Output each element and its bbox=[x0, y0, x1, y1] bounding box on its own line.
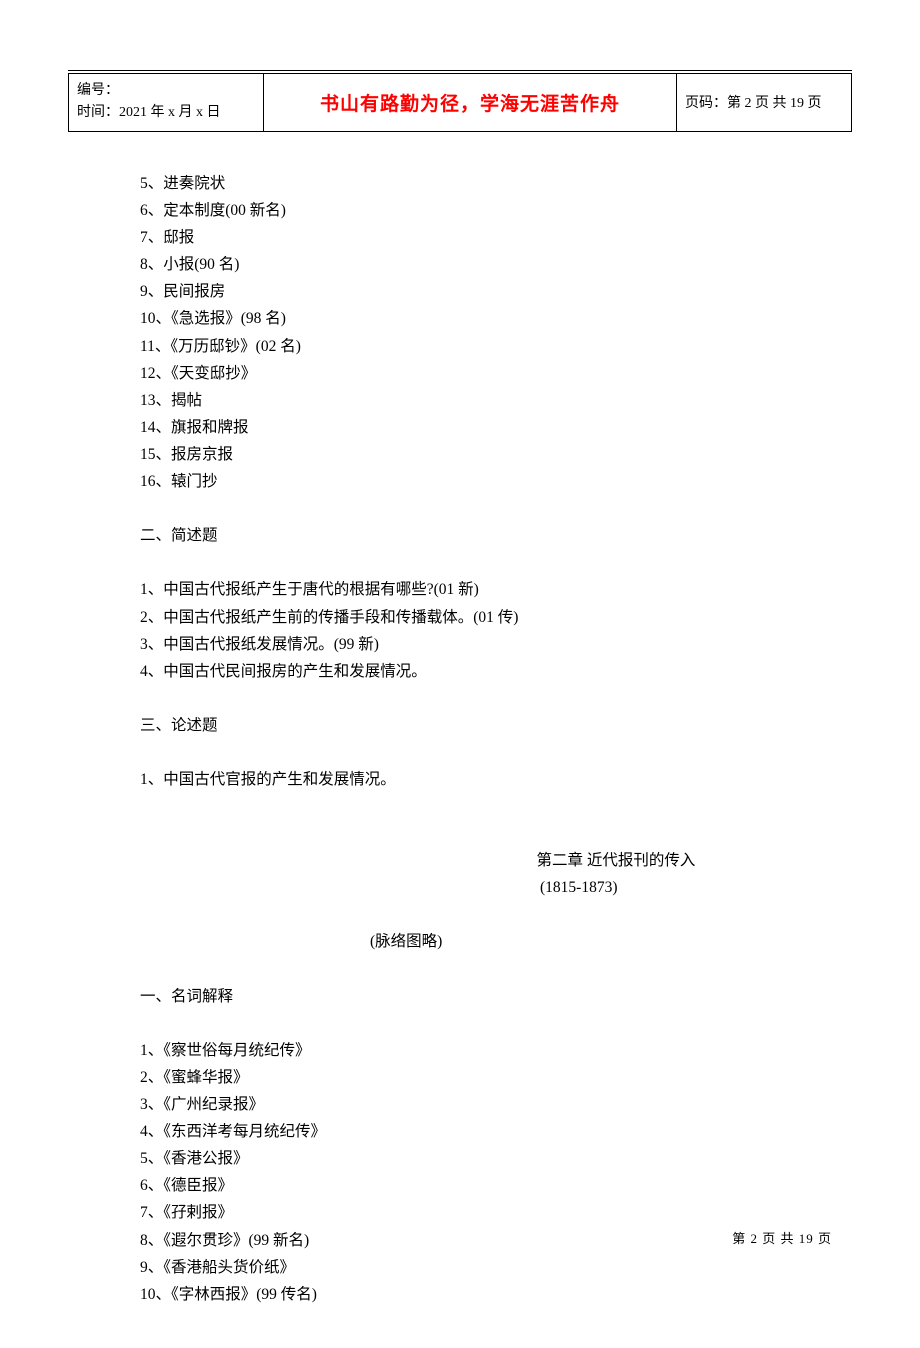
time-row: 时间：2021 年 x 月 x 日 bbox=[77, 102, 255, 124]
section-heading: 一、名词解释 bbox=[140, 983, 852, 1010]
list-item: 3、中国古代报纸发展情况。(99 新) bbox=[140, 631, 852, 658]
list-item: 3、《广州纪录报》 bbox=[140, 1091, 852, 1118]
blank-line bbox=[140, 1010, 852, 1037]
list-item: 9、《香港船头货价纸》 bbox=[140, 1254, 852, 1281]
list-item: 2、中国古代报纸产生前的传播手段和传播载体。(01 传) bbox=[140, 604, 852, 631]
list-item: 13、揭帖 bbox=[140, 387, 852, 414]
chapter-title: 第二章 近代报刊的传入 bbox=[297, 847, 696, 874]
section-heading: 二、简述题 bbox=[140, 522, 852, 549]
blank-line bbox=[140, 901, 852, 928]
header-left-cell: 编号： 时间：2021 年 x 月 x 日 bbox=[69, 74, 264, 132]
page-value: 第 2 页 共 19 页 bbox=[727, 96, 822, 111]
list-item: 8、小报(90 名) bbox=[140, 251, 852, 278]
list-item: 1、《察世俗每月统纪传》 bbox=[140, 1037, 852, 1064]
blank-line bbox=[140, 685, 852, 712]
list-item: 12、《天变邸抄》 bbox=[140, 360, 852, 387]
list-item: 10、《字林西报》(99 传名) bbox=[140, 1281, 852, 1308]
blank-line bbox=[140, 495, 852, 522]
page-label: 页码： bbox=[685, 96, 727, 111]
list-item: 2、《蜜蜂华报》 bbox=[140, 1064, 852, 1091]
page-footer: 第 2 页 共 19 页 bbox=[732, 1228, 832, 1247]
chapter-title-row: 第二章 近代报刊的传入 bbox=[140, 847, 852, 874]
list-item: 6、《德臣报》 bbox=[140, 1172, 852, 1199]
list-item: 7、《孖剌报》 bbox=[140, 1199, 852, 1226]
time-label: 时间： bbox=[77, 105, 119, 120]
list-item: 9、民间报房 bbox=[140, 278, 852, 305]
list-item: 7、邸报 bbox=[140, 224, 852, 251]
header-motto: 书山有路勤为径，学海无涯苦作舟 bbox=[264, 74, 677, 132]
top-rule bbox=[68, 70, 852, 71]
list-item: 1、中国古代报纸产生于唐代的根据有哪些?(01 新) bbox=[140, 576, 852, 603]
chapter-date: (1815-1873) bbox=[140, 874, 852, 901]
list-item: 1、中国古代官报的产生和发展情况。 bbox=[140, 766, 852, 793]
blank-line bbox=[140, 739, 852, 766]
list-item: 6、定本制度(00 新名) bbox=[140, 197, 852, 224]
list-item: 5、《香港公报》 bbox=[140, 1145, 852, 1172]
outline-note: (脉络图略) bbox=[140, 928, 852, 955]
blank-line bbox=[140, 549, 852, 576]
header-table: 编号： 时间：2021 年 x 月 x 日 书山有路勤为径，学海无涯苦作舟 页码… bbox=[68, 73, 852, 132]
list-item: 4、《东西洋考每月统纪传》 bbox=[140, 1118, 852, 1145]
header-right-cell: 页码：第 2 页 共 19 页 bbox=[677, 74, 852, 132]
list-item: 5、进奏院状 bbox=[140, 170, 852, 197]
document-content: 5、进奏院状 6、定本制度(00 新名) 7、邸报 8、小报(90 名) 9、民… bbox=[68, 132, 852, 1308]
blank-line bbox=[140, 956, 852, 983]
list-item: 10、《急选报》(98 名) bbox=[140, 305, 852, 332]
list-item: 16、辕门抄 bbox=[140, 468, 852, 495]
time-value: 2021 年 x 月 x 日 bbox=[119, 105, 221, 120]
section-heading: 三、论述题 bbox=[140, 712, 852, 739]
blank-line bbox=[140, 820, 852, 847]
blank-line bbox=[140, 793, 852, 820]
list-item: 11、《万历邸钞》(02 名) bbox=[140, 333, 852, 360]
list-item: 15、报房京报 bbox=[140, 441, 852, 468]
list-item: 14、旗报和牌报 bbox=[140, 414, 852, 441]
id-label: 编号： bbox=[77, 80, 255, 102]
list-item: 4、中国古代民间报房的产生和发展情况。 bbox=[140, 658, 852, 685]
